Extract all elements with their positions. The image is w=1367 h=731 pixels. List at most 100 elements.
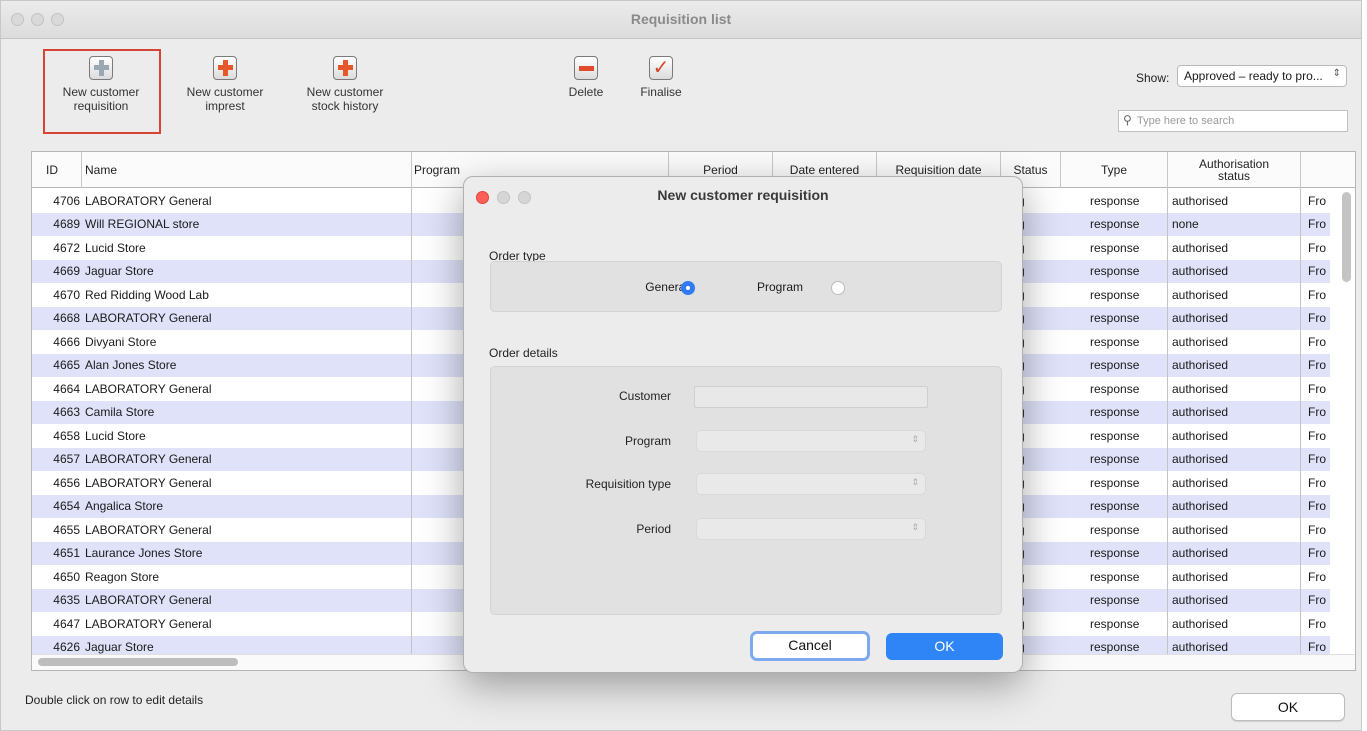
cell-authorisation-status: authorised <box>1172 193 1229 208</box>
col-header-extra <box>1301 152 1355 188</box>
cell-authorisation-status: authorised <box>1172 428 1229 443</box>
cell-name: LABORATORY General <box>85 593 212 608</box>
cell-extra: Fro <box>1308 475 1326 490</box>
cell-id: 4657 <box>53 452 80 467</box>
requisition-type-select[interactable]: ⇕ <box>696 473 926 495</box>
cell-name: LABORATORY General <box>85 193 212 208</box>
cell-authorisation-status: authorised <box>1172 381 1229 396</box>
cell-id: 4651 <box>53 546 80 561</box>
cell-extra: Fro <box>1308 381 1326 396</box>
show-filter-value: Approved – ready to pro... <box>1184 69 1323 83</box>
cell-extra: Fro <box>1308 546 1326 561</box>
cell-id: 4666 <box>53 334 80 349</box>
cell-type: response <box>1090 475 1140 490</box>
cell-id: 4706 <box>53 193 80 208</box>
finalise-button[interactable]: ✓ Finalise <box>631 56 691 99</box>
cell-authorisation-status: authorised <box>1172 405 1229 420</box>
cell-authorisation-status: authorised <box>1172 287 1229 302</box>
program-label: Program <box>624 434 671 448</box>
customer-field[interactable] <box>694 386 928 408</box>
horizontal-scrollbar[interactable] <box>38 658 238 666</box>
col-header-id[interactable]: ID <box>32 152 82 188</box>
updown-chevron-icon: ⇕ <box>911 434 919 444</box>
cell-name: Reagon Store <box>85 569 160 584</box>
new-customer-stock-history-label: New customer stock history <box>306 85 384 113</box>
cell-name: LABORATORY General <box>85 311 212 326</box>
plus-icon <box>213 56 237 80</box>
cell-name: Will REGIONAL store <box>85 217 200 232</box>
cell-type: response <box>1090 499 1140 514</box>
cell-name: Alan Jones Store <box>85 358 177 373</box>
cell-type: response <box>1090 546 1140 561</box>
col-header-name[interactable]: Name <box>82 152 412 188</box>
cell-type: response <box>1090 240 1140 255</box>
column-divider <box>411 188 412 654</box>
search-input[interactable]: ⚲ Type here to search <box>1118 110 1348 132</box>
cell-type: response <box>1090 593 1140 608</box>
delete-label: Delete <box>568 85 604 99</box>
cell-type: response <box>1090 358 1140 373</box>
cell-id: 4663 <box>53 405 80 420</box>
delete-button[interactable]: Delete <box>556 56 616 99</box>
order-type-panel: General Program <box>490 261 1002 312</box>
cell-type: response <box>1090 287 1140 302</box>
cell-name: Lucid Store <box>85 428 146 443</box>
vertical-scrollbar[interactable] <box>1342 192 1351 282</box>
cell-type: response <box>1090 217 1140 232</box>
cell-extra: Fro <box>1308 287 1326 302</box>
cell-authorisation-status: none <box>1172 217 1199 232</box>
cell-extra: Fro <box>1308 616 1326 631</box>
dialog-ok-button[interactable]: OK <box>886 633 1003 660</box>
period-select[interactable]: ⇕ <box>696 518 926 540</box>
column-divider <box>1300 188 1301 654</box>
cell-authorisation-status: authorised <box>1172 593 1229 608</box>
cell-authorisation-status: authorised <box>1172 499 1229 514</box>
cell-id: 4665 <box>53 358 80 373</box>
order-details-label: Order details <box>489 346 558 360</box>
cell-extra: Fro <box>1308 240 1326 255</box>
col-header-type[interactable]: Type <box>1061 152 1168 188</box>
general-radio[interactable] <box>681 281 695 295</box>
cancel-button[interactable]: Cancel <box>750 631 870 661</box>
checkmark-icon: ✓ <box>649 56 673 80</box>
cell-id: 4689 <box>53 217 80 232</box>
cell-authorisation-status: authorised <box>1172 264 1229 279</box>
magnifier-icon: ⚲ <box>1123 113 1132 127</box>
updown-chevron-icon: ⇕ <box>911 477 919 487</box>
cell-type: response <box>1090 569 1140 584</box>
cell-id: 4668 <box>53 311 80 326</box>
new-customer-stock-history-button[interactable]: New customer stock history <box>293 56 397 113</box>
title-bar: Requisition list <box>1 1 1361 39</box>
cell-id: 4650 <box>53 569 80 584</box>
program-select[interactable]: ⇕ <box>696 430 926 452</box>
cell-extra: Fro <box>1308 522 1326 537</box>
cell-type: response <box>1090 381 1140 396</box>
show-filter-select[interactable]: Approved – ready to pro... ⇕ <box>1177 65 1347 87</box>
cell-type: response <box>1090 522 1140 537</box>
cell-authorisation-status: authorised <box>1172 616 1229 631</box>
column-divider <box>1167 188 1168 654</box>
cell-name: LABORATORY General <box>85 475 212 490</box>
cell-type: response <box>1090 616 1140 631</box>
new-customer-requisition-button[interactable]: New customer requisition <box>49 56 153 113</box>
cell-id: 4664 <box>53 381 80 396</box>
cell-name: LABORATORY General <box>85 522 212 537</box>
cell-name: LABORATORY General <box>85 616 212 631</box>
cell-id: 4655 <box>53 522 80 537</box>
cell-extra: Fro <box>1308 593 1326 608</box>
program-radio[interactable] <box>831 281 845 295</box>
new-customer-imprest-button[interactable]: New customer imprest <box>173 56 277 113</box>
search-placeholder: Type here to search <box>1137 115 1235 127</box>
ok-button[interactable]: OK <box>1231 693 1345 721</box>
requisition-type-label: Requisition type <box>585 477 671 491</box>
cell-extra: Fro <box>1308 217 1326 232</box>
cell-name: Divyani Store <box>85 334 157 349</box>
cell-extra: Fro <box>1308 499 1326 514</box>
cell-authorisation-status: authorised <box>1172 358 1229 373</box>
cell-id: 4635 <box>53 593 80 608</box>
cell-authorisation-status: authorised <box>1172 522 1229 537</box>
col-header-authorisation-status[interactable]: Authorisation status <box>1168 152 1301 188</box>
cell-authorisation-status: authorised <box>1172 475 1229 490</box>
cell-extra: Fro <box>1308 569 1326 584</box>
window-title: Requisition list <box>630 11 732 27</box>
